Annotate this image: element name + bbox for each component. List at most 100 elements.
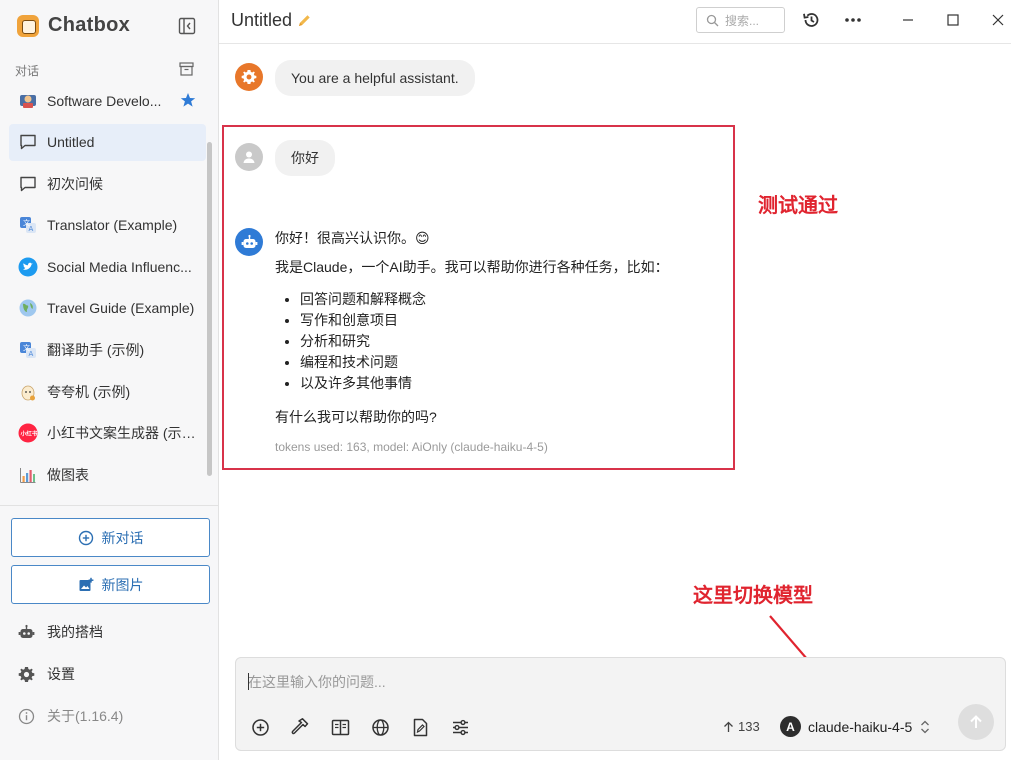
sidebar: Chatbox 对话 Software Develo... Untitled 初… (0, 0, 219, 760)
conversation-item-make-chart[interactable]: 做图表 (9, 456, 206, 493)
list-item: 回答问题和解释概念 (300, 289, 669, 310)
more-options-icon[interactable] (843, 10, 863, 30)
chevron-up-down-icon (921, 720, 930, 733)
switch-model-annotation: 这里切换模型 (693, 585, 813, 607)
sidebar-scrollbar[interactable] (207, 142, 212, 476)
xiaohongshu-avatar-icon: 小红书 (18, 423, 38, 443)
person-icon (243, 151, 255, 163)
conversation-item-travel-guide[interactable]: Travel Guide (Example) (9, 290, 206, 327)
attach-file-button[interactable] (409, 716, 431, 738)
assistant-greeting: 你好！很高兴认识你。😊 (275, 230, 430, 246)
conversation-item-untitled[interactable]: Untitled (9, 123, 206, 161)
text-caret (248, 673, 249, 690)
globe-avatar-icon (18, 298, 38, 318)
brand: Chatbox (17, 14, 130, 37)
new-chat-button[interactable]: 新对话 (11, 518, 210, 557)
conversation-list: Software Develo... Untitled 初次问候 文A Tran… (9, 82, 206, 506)
app-name: Chatbox (48, 14, 131, 36)
svg-text:A: A (29, 225, 34, 233)
assistant-avatar (235, 228, 263, 256)
edit-pencil-icon[interactable] (297, 13, 312, 28)
model-name: claude-haiku-4-5 (808, 718, 913, 735)
conversation-item-first-greeting[interactable]: 初次问候 (9, 165, 206, 202)
assistant-message: 你好！很高兴认识你。😊 我是Claude，一个AI助手。我可以帮助你进行各种任务… (275, 228, 669, 427)
conversation-item-translation-helper[interactable]: 文A 翻译助手 (示例) (9, 332, 206, 369)
sidebar-divider (0, 505, 218, 506)
sidebar-collapse-icon[interactable] (178, 17, 196, 35)
model-selector[interactable]: A claude-haiku-4-5 (780, 716, 931, 737)
chat-bubble-icon (18, 132, 38, 152)
tools-button[interactable] (289, 716, 311, 738)
knowledge-base-button[interactable] (329, 716, 351, 738)
chatbox-logo-icon (17, 14, 39, 37)
settings-sliders-button[interactable] (449, 716, 471, 738)
conversation-label: Travel Guide (Example) (47, 300, 195, 317)
minimize-icon[interactable] (898, 10, 918, 30)
attach-button[interactable] (249, 716, 271, 738)
new-image-label: 新图片 (101, 576, 144, 593)
plus-circle-icon (78, 530, 93, 545)
my-partners-link[interactable]: 我的搭档 (18, 622, 103, 642)
user-avatar (235, 143, 263, 171)
svg-text:小红书: 小红书 (21, 430, 38, 438)
book-icon (331, 719, 349, 735)
conversation-label: 做图表 (47, 466, 89, 483)
history-icon[interactable] (801, 10, 821, 30)
hammer-icon (291, 717, 308, 734)
conversation-item-software-developer[interactable]: Software Develo... (9, 82, 206, 119)
list-item: 以及许多其他事情 (300, 373, 669, 394)
conversation-label: 翻译助手 (示例) (47, 342, 145, 359)
close-icon[interactable] (988, 10, 1008, 30)
arrow-up-icon (970, 715, 982, 728)
search-input[interactable]: 搜索... (696, 7, 785, 33)
conversation-title[interactable]: Untitled (231, 10, 312, 31)
list-item: 分析和研究 (300, 331, 669, 352)
test-passed-annotation: 测试通过 (758, 195, 838, 217)
new-chat-label: 新对话 (101, 529, 144, 546)
cheer-avatar-icon (18, 382, 38, 402)
gear-icon (241, 69, 257, 85)
new-image-button[interactable]: 新图片 (11, 565, 210, 604)
add-image-icon (79, 577, 93, 591)
translator-avatar-icon: 文A (18, 215, 38, 235)
translator-avatar-icon: 文A (18, 340, 38, 360)
sliders-icon (452, 719, 468, 735)
settings-link[interactable]: 设置 (18, 664, 75, 684)
settings-label: 设置 (47, 666, 75, 682)
chart-avatar-icon (18, 465, 38, 485)
web-search-button[interactable] (369, 716, 391, 738)
list-item: 编程和技术问题 (300, 352, 669, 373)
search-icon (706, 14, 719, 26)
star-icon[interactable] (180, 92, 196, 108)
message-input[interactable]: 在这里输入你的问题... (248, 672, 386, 692)
model-provider-badge: A (780, 716, 801, 737)
page-title: Untitled (231, 10, 293, 30)
conversation-item-cheer-bot[interactable]: 夸夸机 (示例) (9, 373, 206, 410)
maximize-icon[interactable] (943, 10, 963, 30)
conversation-label: 小红书文案生成器 (示例) (47, 425, 199, 442)
user-message: 你好 (275, 140, 335, 176)
chat-bubble-icon (18, 174, 38, 194)
system-avatar (235, 63, 263, 91)
plus-circle-icon (251, 718, 269, 736)
archive-icon[interactable] (179, 62, 194, 76)
conversation-label: Translator (Example) (47, 217, 178, 234)
conversation-item-social-media-influencer[interactable]: Social Media Influenc... (9, 248, 206, 285)
message-meta: tokens used: 163, model: AiOnly (claude-… (275, 440, 548, 454)
search-placeholder: 搜索... (725, 13, 760, 28)
arrow-up-icon (724, 721, 733, 732)
file-edit-icon (413, 718, 427, 736)
assistant-closing: 有什么我可以帮助你的吗? (275, 409, 437, 425)
conversation-item-xiaohongshu-writer[interactable]: 小红书 小红书文案生成器 (示例) (9, 415, 206, 452)
conversation-label: Untitled (47, 134, 95, 151)
conversation-item-translator[interactable]: 文A Translator (Example) (9, 207, 206, 244)
conversation-label: 夸夸机 (示例) (47, 383, 131, 400)
send-button[interactable] (958, 704, 994, 740)
list-item: 写作和创意项目 (300, 310, 669, 331)
gear-icon (18, 666, 35, 682)
conversation-label: Software Develo... (47, 92, 162, 109)
header-divider (219, 43, 1011, 44)
conversation-label: Social Media Influenc... (47, 258, 192, 275)
twitter-avatar-icon (18, 257, 38, 277)
about-link[interactable]: 关于(1.16.4) (18, 706, 123, 726)
